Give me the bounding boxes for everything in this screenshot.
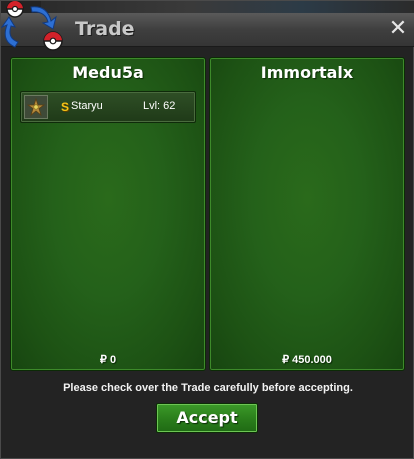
trade-pokemon-row[interactable]: S Staryu Lvl: 62 [20, 91, 196, 123]
shiny-coin-icon: S [61, 100, 70, 114]
close-button[interactable]: ✕ [387, 18, 409, 40]
left-player-name: Medu5a [72, 63, 144, 82]
window-title: Trade [75, 18, 135, 40]
right-player-name: Immortalx [260, 63, 354, 82]
pokemon-name: Staryu [71, 100, 103, 112]
staryu-icon [24, 95, 48, 119]
trade-logo-icon [1, 1, 63, 51]
left-money-amount: ₽ 0 [99, 354, 117, 366]
trade-notice: Please check over the Trade carefully be… [63, 382, 353, 394]
right-money-amount: ₽ 450.000 [282, 354, 332, 366]
top-strip [41, 1, 414, 13]
right-trade-panel: Immortalx ₽ 450.000 [209, 57, 405, 371]
trade-window: Trade ✕ Medu5a S Staryu Lvl: 62 ₽ 0 Immo… [0, 0, 414, 459]
left-trade-panel: Medu5a S Staryu Lvl: 62 ₽ 0 [10, 57, 206, 371]
accept-button[interactable]: Accept [156, 403, 258, 433]
pokemon-level: Lvl: 62 [143, 100, 176, 112]
